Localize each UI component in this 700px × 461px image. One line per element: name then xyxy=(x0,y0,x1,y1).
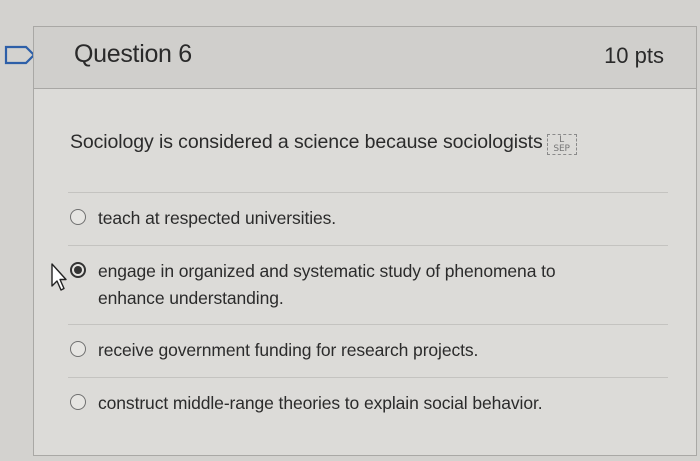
divider xyxy=(68,324,668,325)
radio-button[interactable] xyxy=(70,209,86,225)
question-text-label: Sociology is considered a science becaus… xyxy=(70,131,543,153)
answer-label-line-1[interactable]: engage in organized and systematic study… xyxy=(98,258,556,285)
answer-label[interactable]: construct middle-range theories to expla… xyxy=(98,390,543,417)
divider xyxy=(68,192,668,193)
mouse-cursor-icon xyxy=(51,263,67,291)
radio-button[interactable] xyxy=(70,341,86,357)
answer-label[interactable]: receive government funding for research … xyxy=(98,337,478,364)
radio-button-selected[interactable] xyxy=(70,262,86,278)
radio-button[interactable] xyxy=(70,394,86,410)
question-header: Question 6 10 pts xyxy=(34,27,696,89)
divider xyxy=(68,245,668,246)
answer-label[interactable]: teach at respected universities. xyxy=(98,205,336,232)
question-card: Question 6 10 pts Sociology is considere… xyxy=(33,26,697,456)
question-text: Sociology is considered a science becaus… xyxy=(70,131,577,155)
question-title: Question 6 xyxy=(74,40,192,68)
question-points: 10 pts xyxy=(604,43,664,68)
line-separator-icon: L SEP xyxy=(546,134,577,155)
divider xyxy=(68,377,668,378)
answer-label-line-2[interactable]: enhance understanding. xyxy=(98,285,284,312)
